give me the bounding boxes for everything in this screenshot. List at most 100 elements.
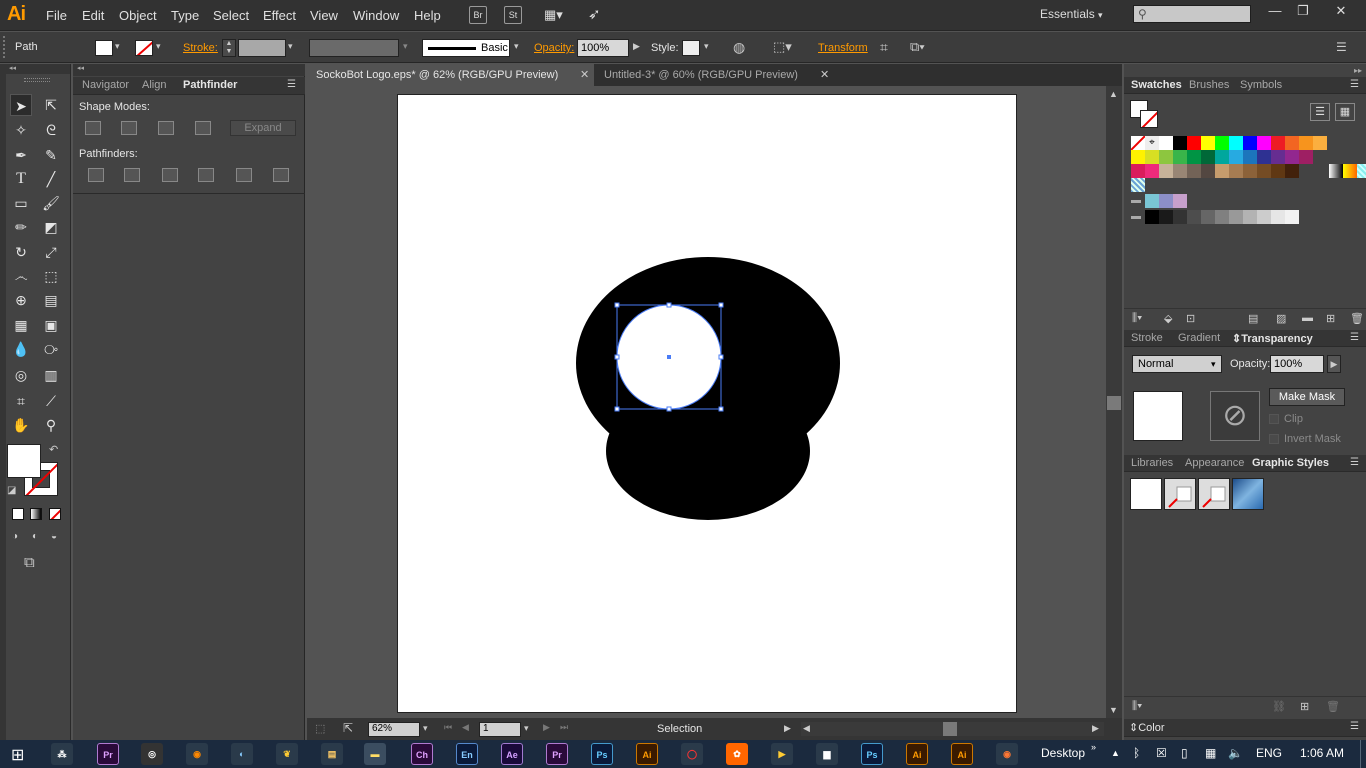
scroll-left-icon[interactable]: ◀ <box>803 723 810 734</box>
panel-menu-icon[interactable]: ☰ <box>287 79 296 90</box>
minus-back-button[interactable] <box>273 168 289 182</box>
pen-tool-icon[interactable]: ✒ <box>10 144 32 166</box>
swatch-color[interactable] <box>1159 210 1173 224</box>
status-menu-arrow-icon[interactable]: ▶ <box>784 723 791 734</box>
tab-navigator[interactable]: Navigator <box>82 79 129 91</box>
thumbnail-view-icon[interactable]: ▦ <box>1335 103 1355 121</box>
unite-button[interactable] <box>85 121 101 135</box>
opacity-input[interactable]: 100% <box>577 39 629 57</box>
taskbar-blackberry-icon[interactable]: ⁂ <box>51 743 73 765</box>
swatches-menu-icon[interactable]: ☰ <box>1350 79 1359 90</box>
merge-button[interactable] <box>162 168 178 182</box>
swatch-color[interactable] <box>1187 164 1201 178</box>
taskbar-illustrator-icon[interactable]: Ai <box>951 743 973 765</box>
hand-tool-icon[interactable]: ✋ <box>10 414 32 436</box>
recolor-artwork-icon[interactable]: ◍ <box>733 39 745 56</box>
handle-bottom-left[interactable] <box>614 406 620 412</box>
swatch-pattern-aqua[interactable] <box>1357 164 1366 178</box>
swatch-color[interactable] <box>1229 136 1243 150</box>
gpu-performance-icon[interactable]: ➶ <box>588 5 601 23</box>
swatch-color[interactable] <box>1131 164 1145 178</box>
swatch-color[interactable] <box>1145 210 1159 224</box>
swatch-color[interactable] <box>1229 150 1243 164</box>
free-transform-tool-icon[interactable]: ⬚ <box>40 265 62 287</box>
swatch-color[interactable] <box>1229 210 1243 224</box>
export-icon[interactable]: ⇱ <box>343 721 353 735</box>
taskbar-notepad-icon[interactable]: ▤ <box>321 743 343 765</box>
draw-behind-icon[interactable]: ◐ <box>32 531 38 542</box>
swatch-color[interactable] <box>1187 136 1201 150</box>
tab-stroke[interactable]: Stroke <box>1131 332 1163 344</box>
artboard[interactable] <box>397 94 1017 713</box>
swatch-color[interactable] <box>1229 164 1243 178</box>
swatch-color[interactable] <box>1243 164 1257 178</box>
tab-brushes[interactable]: Brushes <box>1189 79 1229 91</box>
bridge-button[interactable]: Br <box>469 6 487 24</box>
scroll-right-icon[interactable]: ▶ <box>1092 723 1099 734</box>
swatch-color[interactable] <box>1201 164 1215 178</box>
swatch-color[interactable] <box>1173 164 1187 178</box>
handle-top-right[interactable] <box>718 302 724 308</box>
tab-align[interactable]: Align <box>142 79 166 91</box>
swatch-color[interactable] <box>1215 164 1229 178</box>
opacity-arrow-icon[interactable]: ▶ <box>633 41 640 52</box>
symbol-sprayer-tool-icon[interactable]: ◎ <box>10 364 32 386</box>
perspective-grid-tool-icon[interactable]: ▤ <box>40 289 62 311</box>
eyedropper-tool-icon[interactable]: 💧 <box>10 338 32 360</box>
swatch-color[interactable] <box>1131 150 1145 164</box>
swatch-color[interactable] <box>1299 150 1313 164</box>
vertical-scrollbar[interactable]: ▲ ▼ <box>1106 86 1122 718</box>
quick-actions-icon[interactable]: ⧉▾ <box>910 39 925 55</box>
direct-selection-tool-icon[interactable]: ⇱ <box>40 94 62 116</box>
crop-button[interactable] <box>198 168 214 182</box>
handle-top-left[interactable] <box>614 302 620 308</box>
bluetooth-icon[interactable]: ᛒ <box>1133 746 1140 760</box>
minus-front-button[interactable] <box>121 121 137 135</box>
restore-button[interactable]: ❐ <box>1291 3 1315 19</box>
gradient-mode-icon[interactable] <box>30 508 42 520</box>
swatch-group-folder-icon[interactable]: ▬ <box>1131 194 1145 208</box>
menu-select[interactable]: Select <box>213 8 249 23</box>
status-toggle-icon[interactable]: ⬚ <box>315 722 325 735</box>
swatch-color[interactable] <box>1215 150 1229 164</box>
none-mode-icon[interactable] <box>49 508 61 520</box>
workspace-switcher[interactable]: Essentials ▾ <box>1040 7 1103 21</box>
swatch-stroke-preview[interactable] <box>1140 110 1158 128</box>
control-bar-grip[interactable] <box>3 36 7 58</box>
swatch-color[interactable] <box>1145 164 1159 178</box>
swatch-color[interactable] <box>1257 164 1271 178</box>
opacity-label[interactable]: Opacity: <box>534 42 574 54</box>
taskbar-media-player-icon[interactable]: ▶ <box>771 743 793 765</box>
swatch-color[interactable] <box>1271 164 1285 178</box>
delete-graphic-style-icon[interactable]: 🗑 <box>1326 700 1340 713</box>
swatch-color[interactable] <box>1285 164 1299 178</box>
swatch-color[interactable] <box>1159 164 1173 178</box>
artboard-dropdown-icon[interactable]: ▾ <box>524 723 529 734</box>
gradient-tool-icon[interactable]: ▣ <box>40 314 62 336</box>
transform-link[interactable]: Transform <box>818 42 868 54</box>
taskbar-prelude-icon[interactable]: Pr <box>546 743 568 765</box>
menu-view[interactable]: View <box>310 8 338 23</box>
handle-bottom[interactable] <box>666 406 672 412</box>
outline-button[interactable] <box>236 168 252 182</box>
expand-button[interactable]: Expand <box>230 120 296 136</box>
handle-bottom-right[interactable] <box>718 406 724 412</box>
selection-tool-icon[interactable]: ➤ <box>10 94 32 116</box>
taskbar-c4d-icon[interactable]: ◐ <box>231 743 253 765</box>
swatch-color[interactable] <box>1201 150 1215 164</box>
taskbar-app-icon[interactable]: ✿ <box>726 743 748 765</box>
tab-transparency[interactable]: ⇕Transparency <box>1232 332 1313 345</box>
new-color-group-icon[interactable]: ▬ <box>1302 312 1313 324</box>
swatch-color[interactable] <box>1159 194 1173 208</box>
stroke-weight-stepper[interactable]: ▲ ▼ <box>222 39 236 57</box>
new-graphic-style-icon[interactable]: ⊞ <box>1300 700 1309 713</box>
rotate-tool-icon[interactable]: ↻ <box>10 241 32 263</box>
swatch-color[interactable] <box>1271 150 1285 164</box>
curvature-tool-icon[interactable]: ✎ <box>40 144 62 166</box>
swatch-color[interactable] <box>1257 210 1271 224</box>
menu-window[interactable]: Window <box>353 8 399 23</box>
make-mask-button[interactable]: Make Mask <box>1269 388 1345 406</box>
control-panel-menu-icon[interactable]: ☰ <box>1336 40 1347 54</box>
draw-inside-icon[interactable]: ◒ <box>51 531 57 542</box>
swatch-registration[interactable]: ⌖ <box>1145 136 1159 150</box>
